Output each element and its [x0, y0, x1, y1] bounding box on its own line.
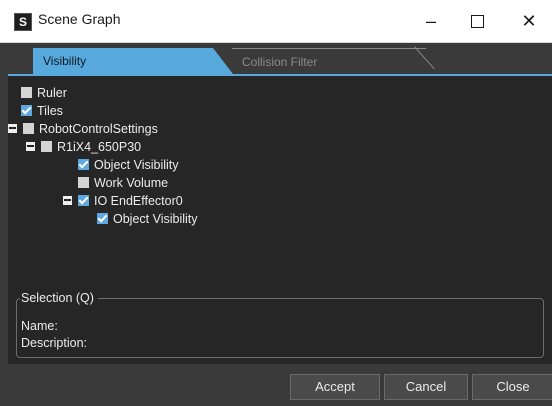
- tree-item-ruler[interactable]: Ruler: [21, 84, 67, 102]
- tree-item-tiles[interactable]: Tiles: [21, 102, 63, 120]
- checkbox[interactable]: [97, 213, 108, 225]
- tab-bar: Visibility Collision Filter: [0, 42, 552, 74]
- checkbox[interactable]: [78, 159, 89, 171]
- selection-legend: Selection (Q): [20, 290, 98, 306]
- visibility-panel: Ruler Tiles RobotControlSettings R1iX4_6…: [8, 74, 552, 364]
- collapse-icon[interactable]: [8, 124, 17, 134]
- tree-item-work-volume[interactable]: Work Volume: [78, 174, 168, 192]
- checkbox[interactable]: [23, 123, 34, 135]
- tree-item-label: Work Volume: [94, 176, 169, 190]
- tree-item-robot-control-settings[interactable]: RobotControlSettings: [8, 120, 158, 138]
- selection-description-label: Description:: [21, 336, 87, 350]
- tree-item-label: RobotControlSettings: [39, 122, 158, 136]
- maximize-icon: [471, 15, 484, 28]
- selection-name-label: Name:: [21, 319, 58, 333]
- window-title: Scene Graph: [38, 11, 121, 27]
- checkbox[interactable]: [21, 87, 32, 99]
- tree-item-label: Tiles: [37, 104, 63, 118]
- tree-item-object-visibility[interactable]: Object Visibility: [78, 156, 179, 174]
- title-bar[interactable]: S Scene Graph – ✕: [0, 0, 552, 43]
- tree-item-label: Object Visibility: [113, 212, 198, 226]
- tab-visibility[interactable]: Visibility: [33, 48, 233, 74]
- maximize-button[interactable]: [454, 0, 500, 42]
- close-window-button[interactable]: ✕: [506, 0, 552, 42]
- checkbox[interactable]: [41, 141, 52, 153]
- checkbox[interactable]: [78, 195, 89, 207]
- tree-item-label: Object Visibility: [94, 158, 179, 172]
- accept-button[interactable]: Accept: [290, 374, 380, 400]
- collapse-icon[interactable]: [63, 196, 72, 206]
- scene-graph-window: S Scene Graph – ✕ Visibility Collision F…: [0, 0, 552, 406]
- selection-group: Selection (Q) Name: Description:: [16, 290, 544, 358]
- app-icon: S: [14, 13, 32, 31]
- cancel-button[interactable]: Cancel: [384, 374, 468, 400]
- tree-item-robot[interactable]: R1iX4_650P30: [26, 138, 141, 156]
- tree-item-label: Ruler: [37, 86, 67, 100]
- tree-item-label: R1iX4_650P30: [57, 140, 142, 154]
- close-button[interactable]: Close: [472, 374, 552, 400]
- tree-item-label: IO EndEffector0: [94, 194, 183, 208]
- tree-item-object-visibility-endeffector[interactable]: Object Visibility: [97, 210, 198, 228]
- tree-item-io-endeffector[interactable]: IO EndEffector0: [63, 192, 183, 210]
- minimize-button[interactable]: –: [408, 0, 454, 42]
- collapse-icon[interactable]: [26, 142, 35, 152]
- checkbox[interactable]: [78, 177, 89, 189]
- checkbox[interactable]: [21, 105, 32, 117]
